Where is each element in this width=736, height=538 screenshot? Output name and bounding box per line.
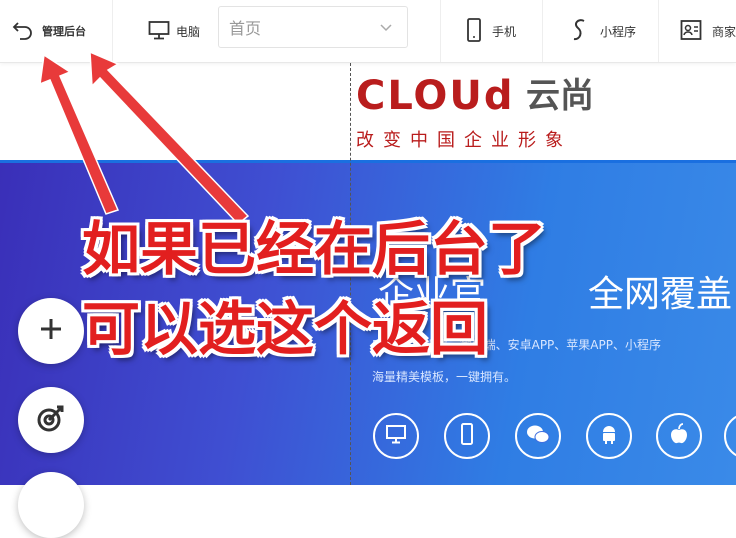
desktop-icon [385, 424, 407, 448]
business-label: 商家 [712, 24, 736, 39]
phone-label: 手机 [492, 24, 517, 39]
hero-subtitle-2: 海量精美模板，一键拥有。 [372, 370, 517, 384]
toolbar-divider [542, 0, 543, 62]
target-tool-button[interactable] [18, 387, 84, 453]
annotation-line-1: 如果已经在后台了 [82, 215, 547, 283]
wechat-icon [525, 423, 551, 449]
platform-desktop[interactable] [373, 413, 419, 459]
editor-toolbar: 管理后台 电脑 首页 手机 小程序 商家 [0, 0, 736, 63]
logo-slogan: 改变中国企业形象 [356, 130, 572, 151]
plus-icon [38, 316, 64, 346]
device-tab-phone[interactable]: 手机 [466, 0, 516, 62]
target-icon [36, 403, 66, 437]
platform-apple[interactable] [656, 413, 702, 459]
device-tab-miniprogram[interactable]: 小程序 [570, 0, 636, 62]
hero-title-right: 全网覆盖 [588, 274, 733, 315]
platform-wechat[interactable] [515, 413, 561, 459]
miniprogram-icon [570, 18, 590, 45]
desktop-icon [148, 20, 170, 43]
platform-phone[interactable] [444, 413, 490, 459]
apple-icon [669, 423, 689, 449]
chevron-down-icon [379, 19, 393, 38]
phone-icon [466, 17, 482, 45]
toolbar-divider [440, 0, 441, 62]
phone-icon [460, 423, 474, 449]
site-logo[interactable]: CLOUd 云尚 改变中国企业形象 [356, 76, 606, 154]
miniprogram-label: 小程序 [600, 24, 637, 39]
third-tool-button[interactable] [18, 472, 84, 538]
toolbar-divider [658, 0, 659, 62]
undo-arrow-icon [12, 20, 34, 43]
toolbar-divider [112, 0, 113, 62]
android-icon [599, 423, 619, 449]
page-select-dropdown[interactable]: 首页 [218, 6, 408, 48]
device-tab-pc[interactable]: 电脑 [148, 0, 200, 62]
device-tab-business[interactable]: 商家 [680, 0, 736, 62]
logo-chinese: 云尚 [526, 76, 594, 116]
annotation-line-2: 可以选这个返回 [82, 295, 489, 363]
platform-android[interactable] [586, 413, 632, 459]
business-card-icon [680, 19, 702, 44]
add-component-button[interactable] [18, 298, 84, 364]
pc-label: 电脑 [176, 24, 201, 39]
back-to-admin-button[interactable]: 管理后台 [12, 0, 86, 62]
back-label: 管理后台 [42, 25, 86, 38]
page-select-value: 首页 [229, 19, 262, 38]
